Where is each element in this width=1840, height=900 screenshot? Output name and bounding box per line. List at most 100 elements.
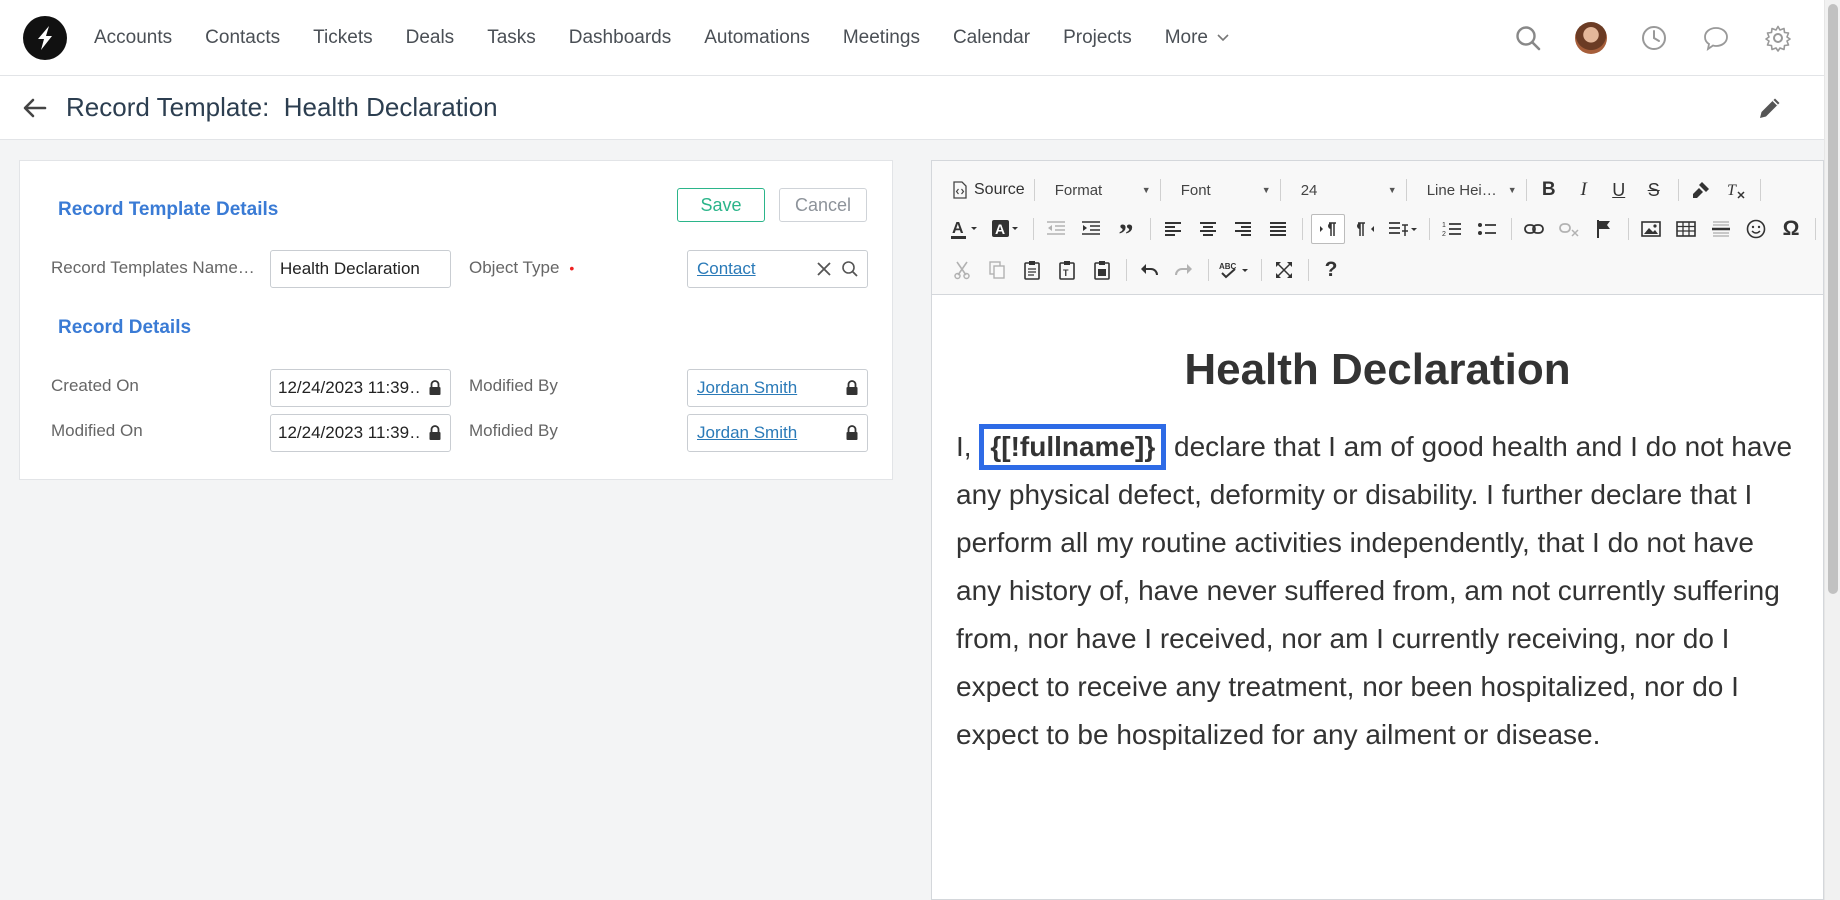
nav-item-automations[interactable]: Automations <box>704 27 810 49</box>
object-type-lookup[interactable]: Contact <box>687 250 868 288</box>
cut-button[interactable] <box>948 255 976 285</box>
font-dropdown[interactable]: Font ▼ <box>1169 175 1277 205</box>
source-button[interactable]: Source <box>948 175 1029 205</box>
copy-format-button[interactable] <box>1687 175 1715 205</box>
line-height-dropdown[interactable]: Line Hei… ▼ <box>1415 175 1523 205</box>
app-logo[interactable] <box>23 15 67 60</box>
underline-button[interactable]: U <box>1605 175 1633 205</box>
nav-item-calendar[interactable]: Calendar <box>953 27 1030 49</box>
mofidied-by-value[interactable]: Jordan Smith <box>697 423 839 443</box>
link-button[interactable] <box>1520 214 1548 244</box>
strikethrough-button[interactable]: S <box>1640 175 1668 205</box>
spellcheck-button[interactable]: ABC <box>1217 255 1251 285</box>
bold-button[interactable]: B <box>1535 175 1563 205</box>
italic-icon: I <box>1580 179 1587 200</box>
strikethrough-icon: S <box>1647 179 1660 200</box>
font-size-dropdown[interactable]: 24 ▼ <box>1289 175 1403 205</box>
redo-icon <box>1175 264 1192 276</box>
object-type-value[interactable]: Contact <box>697 259 811 279</box>
back-button[interactable] <box>22 97 48 119</box>
toolbar-separator <box>1208 259 1209 281</box>
blockquote-button[interactable]: ” <box>1112 214 1140 251</box>
anchor-button[interactable] <box>1590 214 1618 244</box>
nav-item-tasks[interactable]: Tasks <box>487 27 536 49</box>
cancel-button[interactable]: Cancel <box>779 188 867 222</box>
emoji-button[interactable] <box>1742 214 1770 244</box>
nav-more-label: More <box>1164 26 1208 48</box>
toolbar-separator <box>1759 179 1761 201</box>
chat-button[interactable] <box>1701 23 1731 53</box>
spellcheck-icon: ABC <box>1219 262 1248 279</box>
paste-button[interactable] <box>1018 255 1046 285</box>
align-center-button[interactable] <box>1194 214 1222 244</box>
lock-icon <box>839 425 865 441</box>
modified-by-value[interactable]: Jordan Smith <box>697 378 839 398</box>
maximize-button[interactable] <box>1270 255 1298 285</box>
paragraph-body: declare that I am of good health and I d… <box>956 431 1793 750</box>
nav-item-deals[interactable]: Deals <box>406 27 455 49</box>
settings-button[interactable] <box>1763 23 1793 53</box>
outdent-button[interactable] <box>1042 214 1070 244</box>
nav-item-tickets[interactable]: Tickets <box>313 27 372 49</box>
indent-button[interactable] <box>1077 214 1105 244</box>
nav-item-projects[interactable]: Projects <box>1063 27 1132 49</box>
numbered-list-button[interactable]: 12 <box>1438 214 1466 244</box>
clear-button[interactable] <box>811 261 837 277</box>
remove-format-button[interactable]: T <box>1722 175 1750 205</box>
template-name-input[interactable]: Health Declaration <box>270 250 451 288</box>
special-char-button[interactable]: Ω <box>1777 214 1805 244</box>
modified-on-label: Modified On <box>51 421 143 440</box>
object-type-label: Object Type • <box>469 258 574 278</box>
svg-text:2: 2 <box>1442 231 1446 238</box>
background-color-button[interactable]: A <box>989 214 1023 244</box>
table-button[interactable] <box>1672 214 1700 244</box>
smiley-icon <box>1746 219 1766 239</box>
save-button[interactable]: Save <box>677 188 765 222</box>
undo-button[interactable] <box>1135 255 1163 285</box>
align-justify-button[interactable] <box>1264 214 1292 244</box>
editor-content[interactable]: Health Declaration I, {[!fullname]} decl… <box>932 295 1823 759</box>
nav-item-meetings[interactable]: Meetings <box>843 27 920 49</box>
redo-button[interactable] <box>1170 255 1198 285</box>
format-dropdown[interactable]: Format ▼ <box>1043 175 1157 205</box>
language-button[interactable] <box>1387 214 1419 244</box>
record-details-title: Record Details <box>58 317 192 338</box>
fullname-placeholder[interactable]: {[!fullname]} <box>979 424 1167 470</box>
paste-text-button[interactable]: T <box>1053 255 1081 285</box>
unlink-button[interactable] <box>1555 214 1583 244</box>
help-button[interactable]: ? <box>1317 255 1345 285</box>
underline-icon: U <box>1612 179 1626 200</box>
align-left-button[interactable] <box>1159 214 1187 244</box>
lookup-search-button[interactable] <box>837 260 863 278</box>
created-on-field: 12/24/2023 11:39… <box>270 369 451 407</box>
document-title: Health Declaration <box>1184 345 1571 394</box>
nav-item-contacts[interactable]: Contacts <box>205 27 280 49</box>
edit-button[interactable] <box>1756 94 1784 127</box>
horizontal-rule-button[interactable] <box>1707 214 1735 244</box>
text-color-button[interactable]: A <box>948 214 982 244</box>
toolbar-separator <box>1302 218 1303 240</box>
nav-item-dashboards[interactable]: Dashboards <box>569 27 671 49</box>
toolbar-separator <box>1261 259 1262 281</box>
bulleted-list-button[interactable] <box>1473 214 1501 244</box>
nav-more-menu[interactable]: More <box>1165 27 1230 49</box>
page-scrollbar[interactable] <box>1824 0 1840 900</box>
italic-button[interactable]: I <box>1570 175 1598 205</box>
lock-icon <box>422 380 448 396</box>
scrollbar-thumb[interactable] <box>1828 4 1838 594</box>
align-right-button[interactable] <box>1229 214 1257 244</box>
paragraph-prefix: I, <box>956 431 980 462</box>
history-button[interactable] <box>1639 23 1669 53</box>
gear-icon <box>1765 25 1791 52</box>
nav-item-accounts[interactable]: Accounts <box>94 27 172 49</box>
toolbar-separator <box>1628 218 1629 240</box>
user-avatar[interactable] <box>1575 22 1607 54</box>
rtl-button[interactable] <box>1352 214 1380 244</box>
search-button[interactable] <box>1513 23 1543 53</box>
ltr-button[interactable] <box>1311 214 1345 244</box>
copy-button[interactable] <box>983 255 1011 285</box>
paste-word-button[interactable] <box>1088 255 1116 285</box>
background-color-icon: A <box>992 220 1018 237</box>
image-button[interactable] <box>1637 214 1665 244</box>
bold-icon: B <box>1541 179 1556 200</box>
